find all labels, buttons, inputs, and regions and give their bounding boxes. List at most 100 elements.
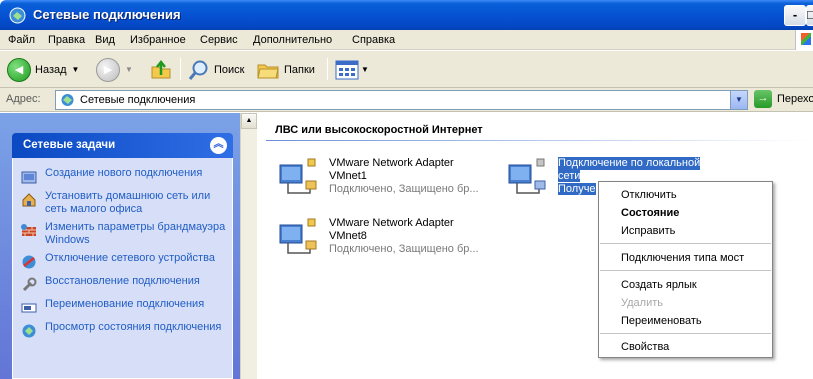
minimize-button[interactable]: - bbox=[784, 5, 806, 26]
menu-rename[interactable]: Переименовать bbox=[621, 315, 702, 327]
go-button[interactable]: → bbox=[754, 90, 772, 108]
network-connections-icon bbox=[61, 94, 74, 106]
task-label: Установить домашнюю сеть или сеть малого… bbox=[45, 190, 211, 215]
connection-name: VMware Network Adapter bbox=[329, 217, 454, 229]
lan-connection-icon bbox=[279, 158, 317, 194]
menu-repair[interactable]: Исправить bbox=[621, 225, 675, 237]
menu-delete: Удалить bbox=[621, 297, 663, 309]
menu-advanced[interactable]: Дополнительно bbox=[253, 34, 332, 46]
menu-separator bbox=[600, 333, 771, 334]
folders-icon bbox=[257, 64, 279, 78]
title-bar[interactable]: Сетевые подключения - □ bbox=[0, 0, 813, 30]
connection-status: Подключено, Защищено бр... bbox=[329, 243, 479, 255]
go-label[interactable]: Перехо bbox=[777, 93, 813, 105]
task-repair[interactable]: Восстановление подключения bbox=[21, 275, 226, 293]
connection-vmnet1[interactable]: VMware Network Adapter VMnet1 Подключено… bbox=[276, 157, 506, 205]
repair-icon bbox=[22, 277, 37, 292]
menu-file[interactable]: Файл bbox=[8, 34, 35, 46]
task-disable-device[interactable]: Отключение сетевого устройства bbox=[21, 252, 226, 270]
menu-separator bbox=[600, 243, 771, 244]
connection-text: VMware Network Adapter VMnet1 Подключено… bbox=[329, 157, 479, 196]
group-header: ЛВС или высокоскоростной Интернет bbox=[275, 124, 483, 136]
new-connection-icon bbox=[21, 171, 37, 184]
task-label: Переименование подключения bbox=[45, 298, 205, 310]
menu-help[interactable]: Справка bbox=[352, 34, 395, 46]
connection-name-line2: VMnet1 bbox=[329, 170, 367, 182]
connection-name-line2: VMnet8 bbox=[329, 230, 367, 242]
up-folder-icon bbox=[151, 59, 171, 78]
connection-status: Подключено, Защищено бр... bbox=[329, 183, 479, 195]
collapse-icon[interactable]: ︽ bbox=[210, 137, 227, 154]
group-divider bbox=[266, 140, 811, 141]
address-label: Адрес: bbox=[6, 93, 41, 105]
address-dropdown-icon[interactable]: ▼ bbox=[730, 91, 747, 109]
task-new-connection[interactable]: Создание нового подключения bbox=[21, 167, 226, 185]
window-title: Сетевые подключения bbox=[33, 7, 181, 22]
menu-favorites[interactable]: Избранное bbox=[130, 34, 186, 46]
search-label: Поиск bbox=[214, 63, 245, 76]
scroll-up-icon[interactable]: ▲ bbox=[241, 113, 257, 129]
network-tasks-list: Создание нового подключения Установить д… bbox=[12, 158, 233, 379]
views-button[interactable]: ▼ bbox=[335, 56, 369, 83]
menu-edit[interactable]: Правка bbox=[48, 34, 85, 46]
search-button[interactable]: Поиск bbox=[188, 56, 244, 83]
back-button[interactable]: ◀ Назад ▼ bbox=[7, 56, 79, 83]
back-arrow-icon: ◀ bbox=[7, 57, 31, 82]
status-icon bbox=[22, 324, 36, 338]
menu-status[interactable]: Состояние bbox=[621, 207, 679, 219]
lan-connection-icon bbox=[279, 218, 317, 254]
connection-name: VMware Network Adapter bbox=[329, 157, 454, 169]
network-tasks-panel: Сетевые задачи ︽ Создание нового подключ… bbox=[12, 133, 233, 379]
windows-logo-icon bbox=[795, 30, 813, 50]
connection-text: VMware Network Adapter VMnet8 Подключено… bbox=[329, 217, 479, 256]
connection-name: Подключение по локальной bbox=[558, 157, 701, 170]
lan-connection-icon bbox=[508, 158, 546, 194]
connection-status: Получе bbox=[558, 183, 596, 195]
disable-device-icon bbox=[22, 255, 36, 269]
task-label: Просмотр состояния подключения bbox=[45, 321, 222, 333]
task-firewall[interactable]: Изменить параметры брандмауэра Windows bbox=[21, 221, 226, 247]
network-tasks-title: Сетевые задачи bbox=[23, 139, 116, 151]
menu-bridge[interactable]: Подключения типа мост bbox=[621, 252, 744, 264]
back-dropdown-icon[interactable]: ▼ bbox=[72, 65, 80, 74]
network-tasks-header[interactable]: Сетевые задачи ︽ bbox=[12, 133, 233, 158]
task-label: Отключение сетевого устройства bbox=[45, 252, 215, 264]
address-value: Сетевые подключения bbox=[80, 94, 196, 106]
rename-icon bbox=[21, 303, 37, 313]
task-rename[interactable]: Переименование подключения bbox=[21, 298, 226, 316]
menu-view[interactable]: Вид bbox=[95, 34, 115, 46]
folders-label: Папки bbox=[284, 63, 315, 76]
menu-properties[interactable]: Свойства bbox=[621, 341, 669, 353]
views-icon bbox=[335, 60, 359, 79]
context-menu: Отключить Состояние Исправить Подключени… bbox=[598, 181, 773, 358]
task-label: Изменить параметры брандмауэра Windows bbox=[45, 221, 226, 246]
folders-button[interactable]: Папки bbox=[256, 56, 315, 83]
menu-disconnect[interactable]: Отключить bbox=[621, 189, 677, 201]
task-label: Восстановление подключения bbox=[45, 275, 200, 287]
task-view-status[interactable]: Просмотр состояния подключения bbox=[21, 321, 226, 339]
search-icon bbox=[188, 60, 208, 80]
address-bar: Адрес: Сетевые подключения ▼ → Перехо bbox=[0, 88, 813, 112]
forward-button[interactable]: ▶ ▼ bbox=[96, 56, 133, 83]
menu-separator bbox=[600, 270, 771, 271]
connection-vmnet8[interactable]: VMware Network Adapter VMnet8 Подключено… bbox=[276, 217, 506, 265]
task-pane: Сетевые задачи ︽ Создание нового подключ… bbox=[0, 113, 240, 379]
forward-dropdown-icon[interactable]: ▼ bbox=[125, 65, 133, 74]
task-pane-scrollbar[interactable]: ▲ bbox=[240, 113, 257, 379]
toolbar: ◀ Назад ▼ ▶ ▼ Поиск Папки ▼ bbox=[0, 50, 813, 88]
up-folder-button[interactable] bbox=[150, 56, 172, 83]
menu-bar: Файл Правка Вид Избранное Сервис Дополни… bbox=[0, 30, 813, 50]
home-network-icon bbox=[22, 193, 36, 207]
firewall-icon bbox=[21, 224, 36, 236]
views-dropdown-icon[interactable]: ▼ bbox=[361, 65, 369, 74]
back-label: Назад bbox=[35, 63, 67, 76]
address-input[interactable]: Сетевые подключения ▼ bbox=[55, 90, 748, 110]
menu-tools[interactable]: Сервис bbox=[200, 34, 238, 46]
forward-arrow-icon: ▶ bbox=[96, 57, 120, 82]
network-connections-icon bbox=[9, 7, 26, 24]
menu-create-shortcut[interactable]: Создать ярлык bbox=[621, 279, 697, 291]
task-home-network[interactable]: Установить домашнюю сеть или сеть малого… bbox=[21, 190, 226, 216]
connection-name-line2-text: сети bbox=[558, 170, 581, 182]
task-label: Создание нового подключения bbox=[45, 167, 203, 179]
maximize-button[interactable]: □ bbox=[806, 5, 813, 26]
